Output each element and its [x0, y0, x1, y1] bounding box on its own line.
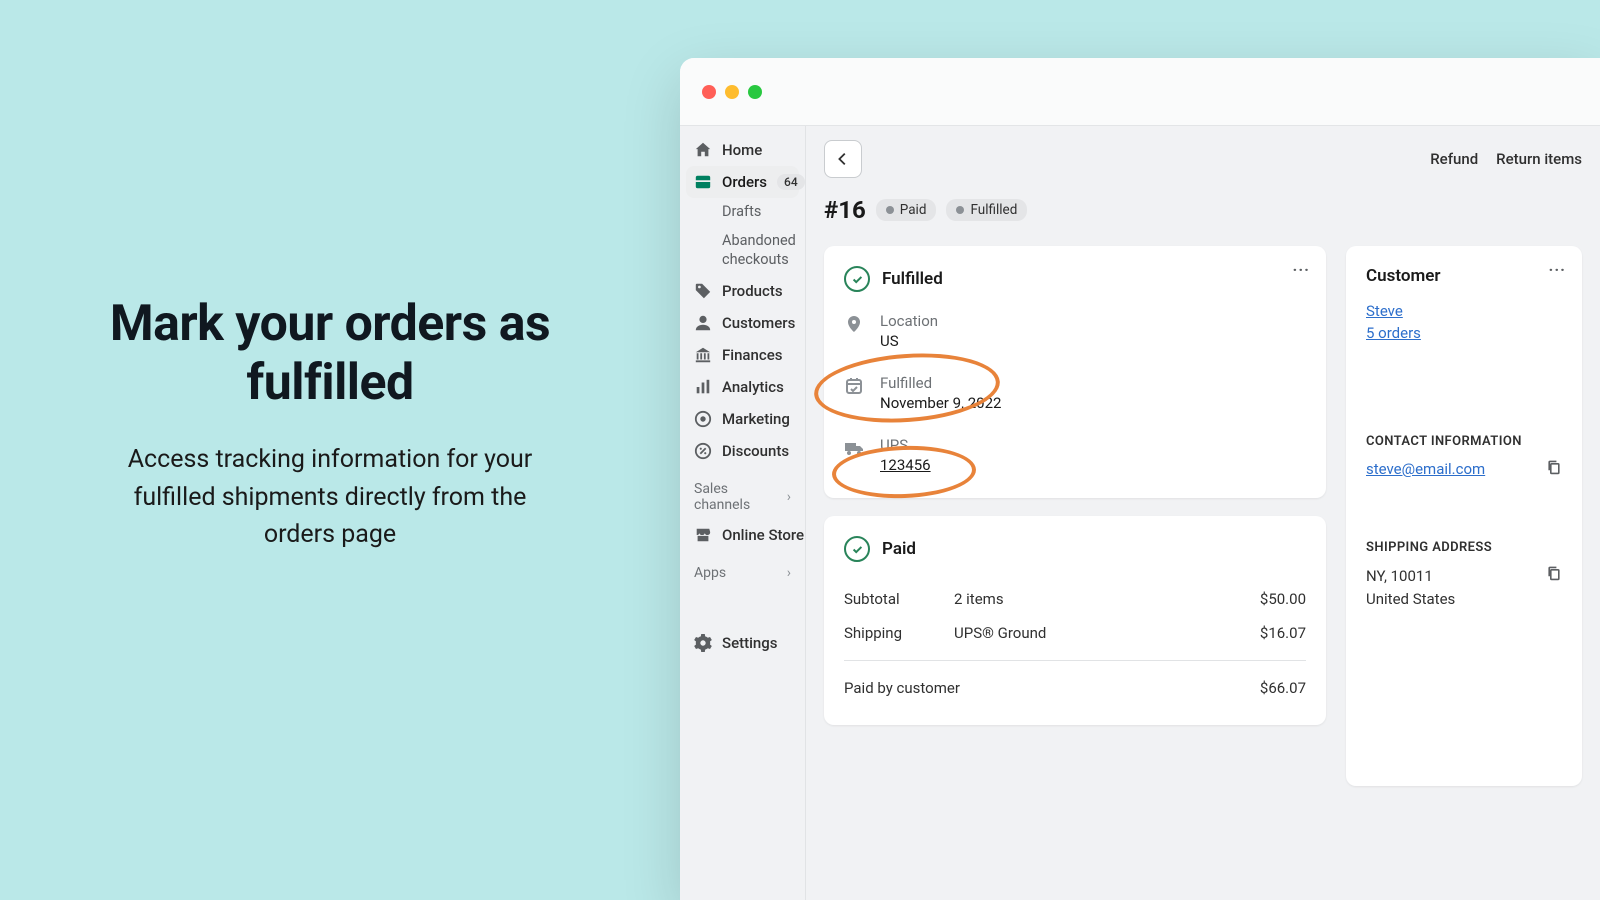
tracking-number-link[interactable]: 123456: [880, 456, 931, 474]
status-pill-paid: Paid: [876, 199, 937, 221]
main-content: Refund Return items #16 Paid Fulfilled ·…: [806, 126, 1600, 900]
shipping-address-header: SHIPPING ADDRESS: [1366, 540, 1562, 555]
customer-title: Customer: [1366, 266, 1562, 286]
contact-info-header: CONTACT INFORMATION: [1366, 434, 1562, 449]
paid-by-customer-label: Paid by customer: [844, 679, 1260, 697]
sidebar-item-analytics[interactable]: Analytics: [686, 371, 799, 403]
sidebar-label: Orders: [722, 173, 767, 191]
paid-card: Paid Subtotal 2 items $50.00 Shipping UP…: [824, 516, 1326, 725]
order-number: #16: [824, 196, 866, 224]
sidebar-label: Home: [722, 141, 762, 159]
location-pin-icon: [844, 314, 866, 334]
sidebar-label: Discounts: [722, 442, 789, 460]
customer-orders-link[interactable]: 5 orders: [1366, 324, 1562, 342]
copy-icon[interactable]: [1546, 565, 1562, 581]
analytics-icon: [694, 378, 712, 396]
total-amount: $66.07: [1260, 679, 1306, 697]
check-circle-icon: [844, 536, 870, 562]
sidebar-item-settings[interactable]: Settings: [686, 627, 799, 659]
apps-header[interactable]: Apps ›: [686, 551, 799, 587]
sales-channels-header[interactable]: Sales channels ›: [686, 467, 799, 519]
shipping-desc: UPS® Ground: [954, 624, 1260, 642]
card-title: Fulfilled: [882, 269, 943, 289]
window-titlebar: [680, 58, 1600, 126]
chevron-right-icon: ›: [787, 489, 791, 505]
chevron-right-icon: ›: [787, 565, 791, 581]
marketing-headline: Mark your orders as fulfilled: [95, 295, 565, 413]
sidebar-label: Customers: [722, 314, 795, 332]
sidebar-label: Online Store: [722, 526, 804, 544]
sidebar-item-customers[interactable]: Customers: [686, 307, 799, 339]
sidebar-label: Analytics: [722, 378, 784, 396]
address-line-2: United States: [1366, 588, 1562, 611]
maximize-window-icon[interactable]: [748, 85, 762, 99]
return-items-button[interactable]: Return items: [1496, 150, 1582, 168]
location-value: US: [880, 332, 938, 350]
finances-icon: [694, 346, 712, 364]
orders-icon: [694, 173, 712, 191]
card-menu-button[interactable]: ···: [1549, 260, 1566, 279]
sidebar-sub-drafts[interactable]: Drafts: [686, 198, 799, 227]
sidebar-item-products[interactable]: Products: [686, 275, 799, 307]
back-button[interactable]: [824, 140, 862, 178]
discounts-icon: [694, 442, 712, 460]
address-line-1: NY, 10011: [1366, 565, 1562, 588]
sidebar-label: Finances: [722, 346, 782, 364]
shipping-label: Shipping: [844, 624, 954, 642]
orders-count-badge: 64: [777, 174, 805, 190]
sidebar-item-online-store[interactable]: Online Store: [686, 519, 799, 551]
minimize-window-icon[interactable]: [725, 85, 739, 99]
sidebar-item-orders[interactable]: Orders 64: [686, 166, 799, 198]
sidebar: Home Orders 64 Drafts Abandoned checkout…: [680, 126, 806, 900]
sidebar-label: Products: [722, 282, 783, 300]
location-label: Location: [880, 312, 938, 330]
sidebar-item-discounts[interactable]: Discounts: [686, 435, 799, 467]
fulfilled-date-value: November 9, 2022: [880, 394, 1001, 412]
customer-card: ··· Customer Steve 5 orders CONTACT INFO…: [1346, 246, 1582, 786]
refund-button[interactable]: Refund: [1430, 150, 1478, 168]
customers-icon: [694, 314, 712, 332]
shipping-amount: $16.07: [1260, 624, 1306, 642]
status-pill-fulfilled: Fulfilled: [946, 199, 1027, 221]
sidebar-item-marketing[interactable]: Marketing: [686, 403, 799, 435]
customer-email-link[interactable]: steve@email.com: [1366, 460, 1485, 478]
truck-icon: [844, 438, 866, 458]
check-circle-icon: [844, 266, 870, 292]
carrier-label: UPS: [880, 436, 931, 454]
close-window-icon[interactable]: [702, 85, 716, 99]
fulfilled-date-label: Fulfilled: [880, 374, 1001, 392]
fulfilled-card: ··· Fulfilled Location US: [824, 246, 1326, 498]
store-icon: [694, 526, 712, 544]
sidebar-item-home[interactable]: Home: [686, 134, 799, 166]
copy-icon[interactable]: [1546, 459, 1562, 475]
card-title: Paid: [882, 539, 916, 559]
sidebar-label: Marketing: [722, 410, 790, 428]
marketing-subtext: Access tracking information for your ful…: [95, 441, 565, 554]
products-icon: [694, 282, 712, 300]
sidebar-item-finances[interactable]: Finances: [686, 339, 799, 371]
subtotal-amount: $50.00: [1260, 590, 1306, 608]
card-menu-button[interactable]: ···: [1293, 260, 1310, 279]
calendar-check-icon: [844, 376, 866, 396]
sidebar-sub-abandoned[interactable]: Abandoned checkouts: [686, 227, 799, 275]
sidebar-label: Settings: [722, 634, 778, 652]
app-window: Home Orders 64 Drafts Abandoned checkout…: [680, 58, 1600, 900]
marketing-icon: [694, 410, 712, 428]
subtotal-desc: 2 items: [954, 590, 1260, 608]
subtotal-label: Subtotal: [844, 590, 954, 608]
customer-name-link[interactable]: Steve: [1366, 302, 1562, 320]
home-icon: [694, 141, 712, 159]
gear-icon: [694, 634, 712, 652]
